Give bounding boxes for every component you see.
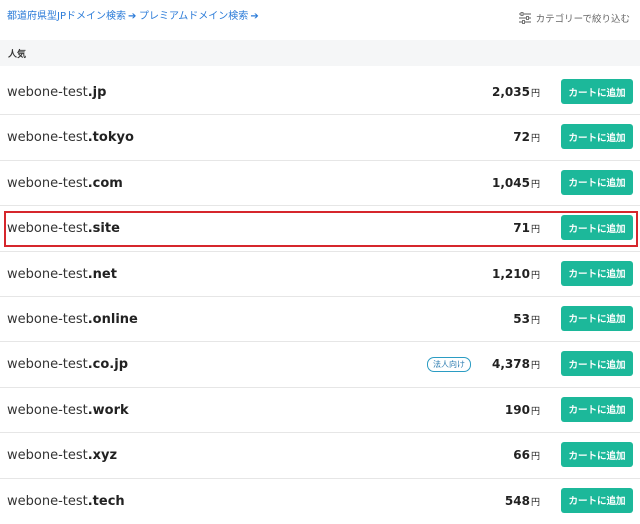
premium-domain-search-link[interactable]: プレミアムドメイン検索 ➔ — [139, 10, 259, 24]
domain-name: webone-test.jp — [7, 85, 107, 100]
domain-row: webone-test.online 53円 カートに追加 — [0, 297, 640, 343]
domain-price: 548円 — [504, 493, 540, 508]
add-to-cart-button[interactable]: カートに追加 — [561, 442, 633, 468]
domain-name: webone-test.xyz — [7, 448, 118, 464]
domain-name: webone-test.com — [7, 175, 123, 191]
domain-name: webone-test.site — [7, 221, 120, 237]
add-to-cart-button[interactable]: カートに追加 — [561, 215, 633, 241]
section-title: 人気 — [8, 50, 27, 60]
domain-row: webone-test.tokyo 72円 カートに追加 — [0, 115, 640, 161]
domain-row: webone-test.co.jp 法人向け 4,378円 カートに追加 — [0, 342, 640, 388]
domain-name: webone-test.net — [7, 266, 117, 282]
add-to-cart-button[interactable]: カートに追加 — [561, 351, 633, 377]
add-to-cart-button[interactable]: カートに追加 — [561, 305, 633, 331]
add-to-cart-button[interactable]: カートに追加 — [561, 124, 633, 150]
add-to-cart-button[interactable]: カートに追加 — [561, 487, 633, 513]
arrow-right-icon: ➔ — [250, 11, 259, 22]
prefecture-jp-domain-search-link[interactable]: 都道府県型JPドメイン検索 ➔ — [7, 10, 136, 24]
domain-price: 1,045円 — [492, 175, 540, 190]
corporate-badge: 法人向け — [427, 357, 471, 373]
domain-name: webone-test.tech — [7, 493, 125, 509]
top-bar: 都道府県型JPドメイン検索 ➔ プレミアムドメイン検索 ➔ カテゴリーで絞り込む — [0, 0, 640, 40]
domain-name: webone-test.work — [7, 402, 129, 418]
arrow-right-icon: ➔ — [127, 11, 137, 22]
domain-name: webone-test.online — [7, 311, 138, 327]
domain-price: 190円 — [504, 402, 540, 417]
domain-row: webone-test.jp 2,035円 カートに追加 — [0, 70, 640, 116]
domain-list: webone-test.jp 2,035円 カートに追加 webone-test… — [0, 70, 640, 524]
add-to-cart-button[interactable]: カートに追加 — [561, 79, 633, 104]
add-to-cart-button[interactable]: カートに追加 — [561, 260, 633, 286]
domain-row: webone-test.com 1,045円 カートに追加 — [0, 161, 640, 207]
domain-row: webone-test.work 190円 カートに追加 — [0, 388, 640, 434]
link-label: プレミアムドメイン検索 — [139, 11, 249, 22]
domain-price: 4,378円 — [492, 357, 540, 372]
domain-price: 72円 — [513, 130, 540, 145]
domain-row: webone-test.net 1,210円 カートに追加 — [0, 252, 640, 297]
domain-price: 2,035円 — [492, 85, 540, 99]
add-to-cart-button[interactable]: カートに追加 — [561, 169, 633, 195]
domain-price: 71円 — [513, 221, 540, 236]
link-label: 都道府県型JPドメイン検索 — [7, 11, 126, 22]
domain-row: webone-test.site 71円 カートに追加 — [0, 206, 640, 252]
add-to-cart-button[interactable]: カートに追加 — [561, 396, 633, 422]
domain-price: 66円 — [513, 448, 540, 463]
domain-row: webone-test.xyz 66円 カートに追加 — [0, 433, 640, 479]
domain-price: 53円 — [513, 311, 540, 326]
domain-price: 1,210円 — [492, 266, 540, 281]
filter-sliders-icon — [518, 12, 531, 24]
filter-label: カテゴリーで絞り込む — [535, 14, 630, 25]
section-header: 人気 — [0, 40, 640, 66]
domain-name: webone-test.tokyo — [7, 130, 134, 146]
domain-row: webone-test.tech 548円 カートに追加 — [0, 479, 640, 524]
domain-name: webone-test.co.jp — [7, 357, 129, 373]
category-filter-button[interactable]: カテゴリーで絞り込む — [518, 10, 630, 26]
